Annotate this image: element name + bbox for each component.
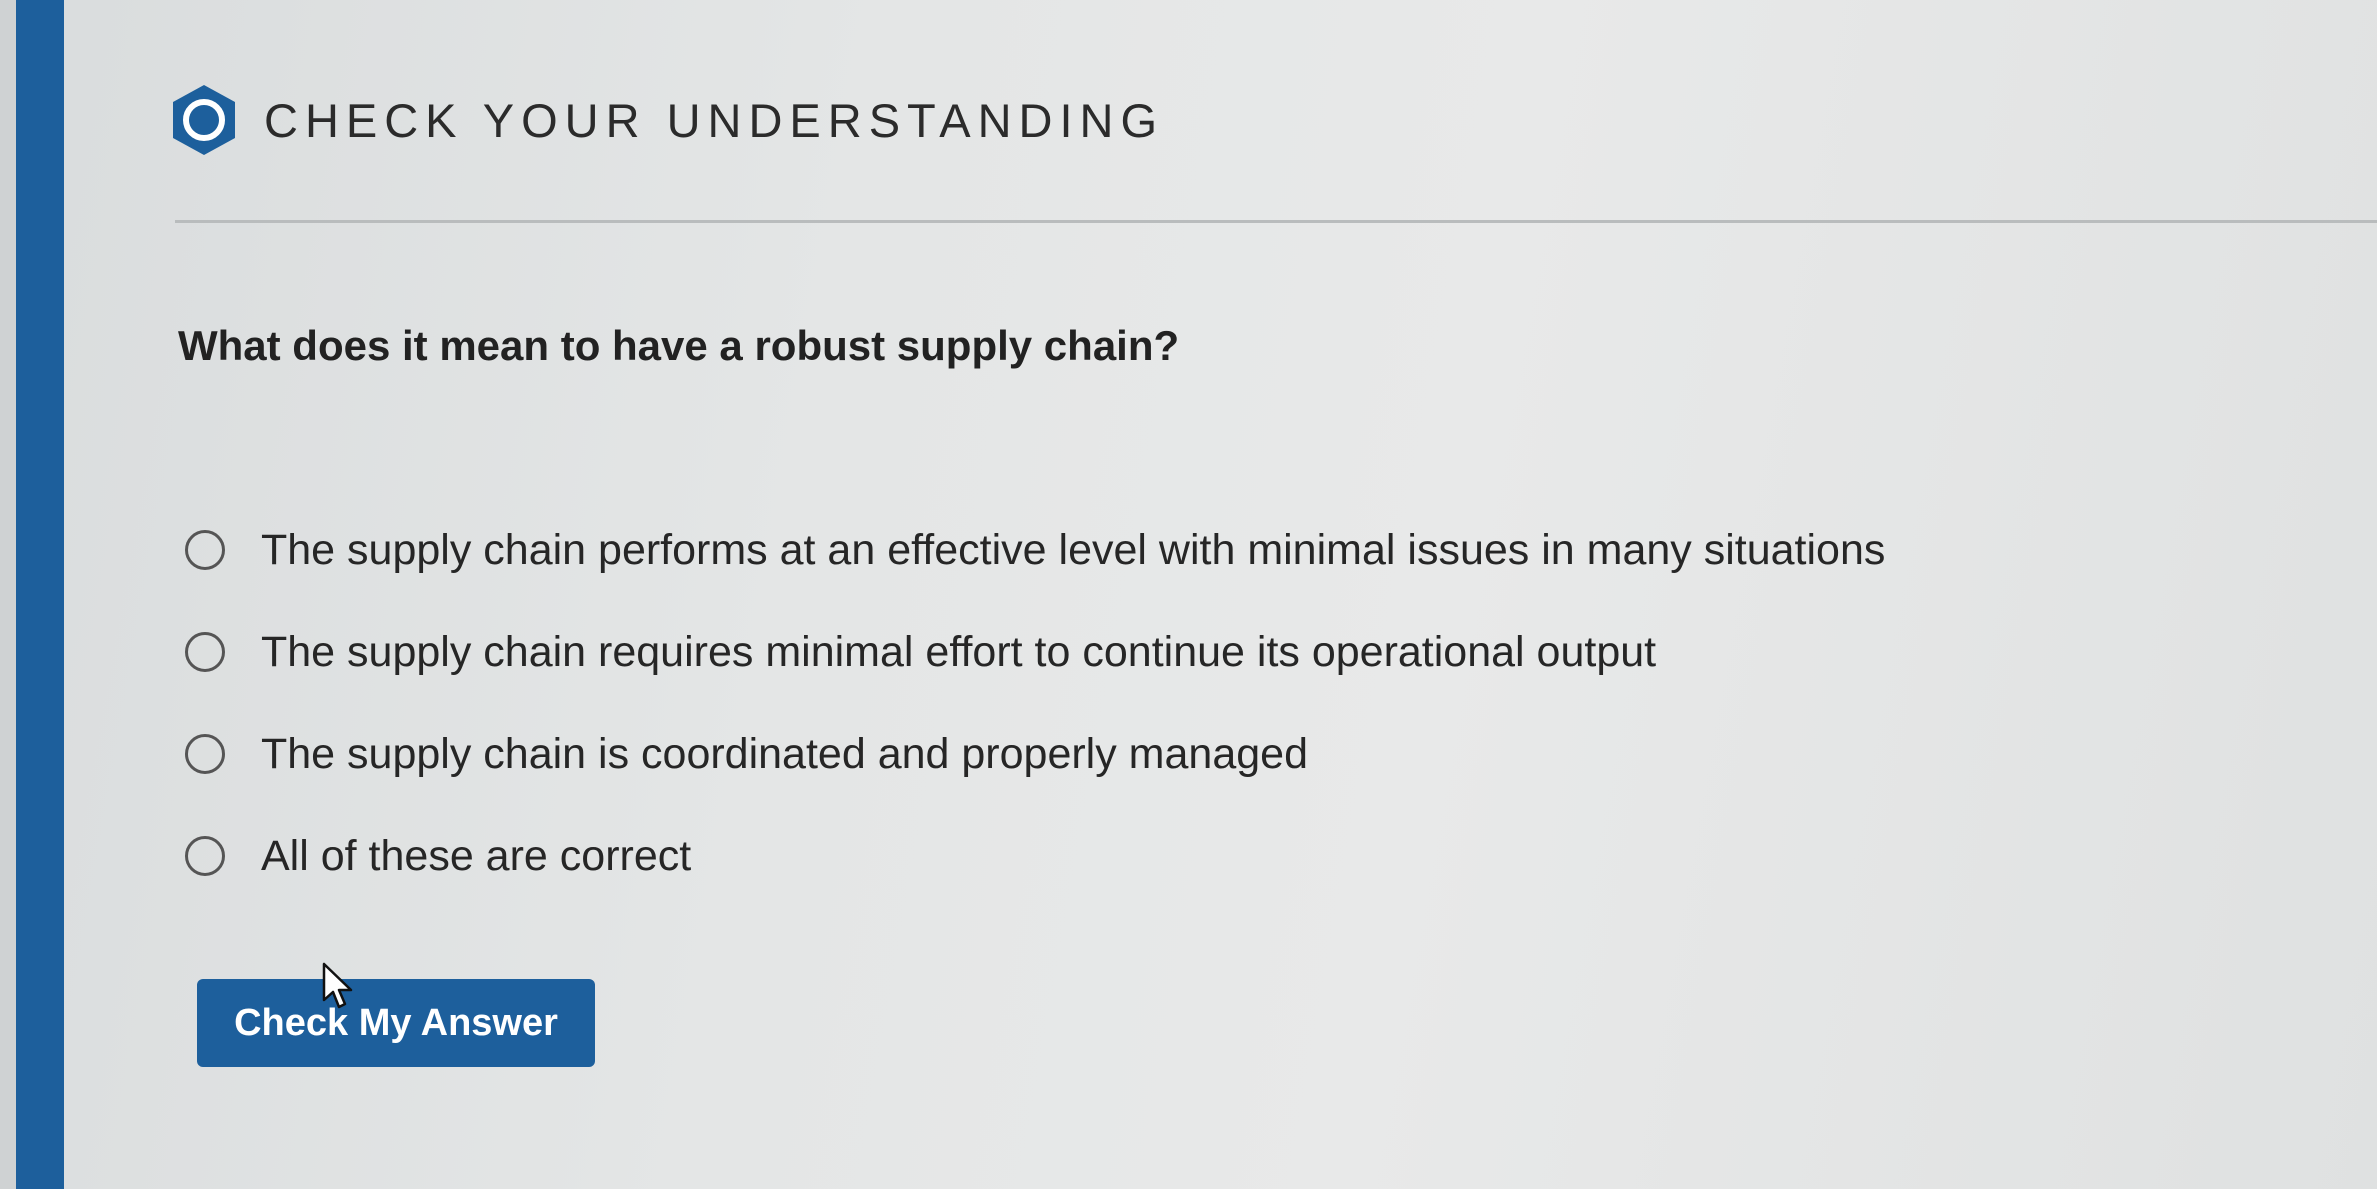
check-answer-button[interactable]: Check My Answer — [197, 979, 595, 1067]
answer-option[interactable]: The supply chain requires minimal effort… — [185, 617, 1885, 687]
divider — [175, 220, 2377, 223]
option-label: The supply chain performs at an effectiv… — [261, 525, 1886, 574]
answer-option[interactable]: All of these are correct — [185, 821, 1885, 891]
accent-bar — [16, 0, 64, 1189]
question-text: What does it mean to have a robust suppl… — [178, 322, 1180, 369]
mouse-cursor-icon — [322, 962, 353, 1009]
left-edge — [0, 0, 16, 1189]
radio-button[interactable] — [185, 734, 225, 774]
option-label: The supply chain is coordinated and prop… — [261, 729, 1308, 778]
option-label: The supply chain requires minimal effort… — [261, 627, 1657, 676]
radio-button[interactable] — [185, 530, 225, 570]
hexagon-ring-icon — [173, 85, 235, 155]
answer-option[interactable]: The supply chain is coordinated and prop… — [185, 719, 1885, 789]
section-header: CHECK YOUR UNDERSTANDING — [170, 80, 1164, 160]
section-title: CHECK YOUR UNDERSTANDING — [264, 93, 1165, 147]
answer-options: The supply chain performs at an effectiv… — [185, 515, 1885, 923]
radio-button[interactable] — [185, 836, 225, 876]
radio-button[interactable] — [185, 632, 225, 672]
answer-option[interactable]: The supply chain performs at an effectiv… — [185, 515, 1885, 585]
option-label: All of these are correct — [261, 831, 692, 880]
